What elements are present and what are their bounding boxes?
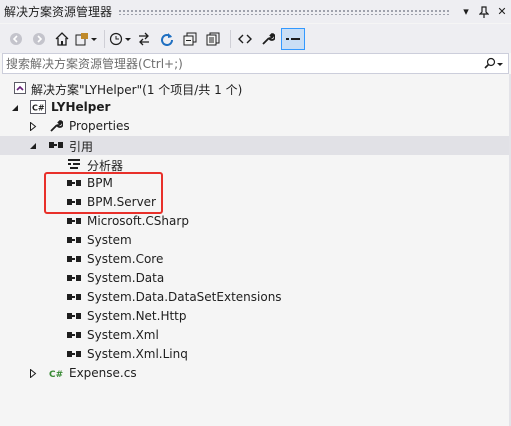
collapsed-arrow-icon[interactable]: [28, 117, 38, 136]
pending-changes-filter-button[interactable]: [109, 28, 131, 50]
reference-item[interactable]: System.Core: [0, 250, 511, 269]
toolbar: [0, 24, 511, 53]
refresh-icon: [161, 32, 173, 46]
tree-item-references[interactable]: 引用: [0, 136, 511, 155]
collapse-all-icon: [183, 32, 197, 45]
home-button[interactable]: [52, 28, 72, 50]
wrench-icon: [48, 118, 64, 134]
panel-titlebar: 解决方案资源管理器 ▾ ✕: [0, 0, 511, 23]
preview-selected-items-button[interactable]: [235, 28, 255, 50]
tree-item-project[interactable]: C# LYHelper: [0, 98, 511, 117]
reference-icon: [66, 308, 82, 324]
reference-icon: [66, 213, 82, 229]
solution-label: 解决方案"LYHelper"(1 个项目/共 1 个): [31, 83, 243, 97]
expanded-arrow-icon[interactable]: [28, 136, 38, 155]
window-position-dropdown-button[interactable]: ▾: [457, 3, 475, 21]
toolbar-separator: [230, 29, 231, 48]
dash-icon: [286, 37, 300, 40]
pin-button[interactable]: [475, 3, 493, 21]
reference-label: Microsoft.CSharp: [87, 214, 189, 228]
tree-item-solution[interactable]: 解决方案"LYHelper"(1 个项目/共 1 个): [0, 79, 511, 98]
reference-item[interactable]: System.Net.Http: [0, 307, 511, 326]
refresh-button[interactable]: [157, 28, 177, 50]
collapse-all-button[interactable]: [180, 28, 200, 50]
search-icon: [484, 57, 503, 69]
panel-title: 解决方案资源管理器: [4, 5, 113, 19]
analyzer-icon: [66, 156, 82, 172]
project-label: LYHelper: [51, 100, 111, 114]
file-label: Expense.cs: [69, 366, 137, 380]
pin-icon: [479, 5, 489, 18]
references-label: 引用: [69, 140, 94, 154]
titlebar-grip[interactable]: [118, 8, 451, 15]
tree-item-properties[interactable]: Properties: [0, 117, 511, 136]
preview-toggle-button[interactable]: [281, 27, 305, 50]
code-brackets-icon: [238, 34, 252, 43]
properties-button[interactable]: [258, 28, 278, 50]
svg-text:C#: C#: [32, 104, 45, 113]
reference-item[interactable]: Microsoft.CSharp: [0, 212, 511, 231]
reference-icon: [66, 232, 82, 248]
reference-icon: [66, 327, 82, 343]
show-all-files-icon: [206, 32, 220, 45]
reference-item[interactable]: System.Xml: [0, 326, 511, 345]
properties-label: Properties: [69, 119, 130, 133]
back-button[interactable]: [6, 28, 26, 50]
home-icon: [55, 31, 69, 46]
csharp-file-icon: C#: [48, 365, 64, 381]
reference-label: System.Data: [87, 271, 165, 285]
wrench-icon: [262, 32, 275, 45]
forward-button[interactable]: [29, 28, 49, 50]
reference-label: System.Core: [87, 252, 164, 266]
sync-arrows-icon: [139, 32, 149, 45]
reference-label: System.Net.Http: [87, 309, 187, 323]
reference-icon: [66, 289, 82, 305]
expanded-arrow-icon[interactable]: [10, 98, 20, 117]
reference-label: System.Xml.Linq: [87, 347, 188, 361]
toolbar-separator: [104, 29, 105, 48]
reference-item[interactable]: System: [0, 231, 511, 250]
search-options-button[interactable]: [478, 57, 508, 71]
highlight-annotation-box: [44, 172, 163, 214]
reference-item[interactable]: System.Data: [0, 269, 511, 288]
reference-icon: [66, 270, 82, 286]
reference-item[interactable]: System.Xml.Linq: [0, 345, 511, 364]
tree-item-file[interactable]: C# Expense.cs: [0, 364, 511, 383]
reference-icon: [66, 346, 82, 362]
reference-icon: [66, 251, 82, 267]
solution-icon: [12, 80, 28, 96]
solution-tree: 解决方案"LYHelper"(1 个项目/共 1 个) C# LYHelper …: [0, 76, 511, 426]
clock-icon: [109, 32, 131, 45]
close-button[interactable]: ✕: [493, 3, 511, 21]
reference-label: System.Xml: [87, 328, 159, 342]
csharp-project-icon: C#: [30, 99, 46, 115]
reference-label: System.Data.DataSetExtensions: [87, 290, 282, 304]
reference-label: System: [87, 233, 132, 247]
show-all-files-button[interactable]: [203, 28, 223, 50]
sync-with-active-document-button[interactable]: [134, 28, 154, 50]
collapsed-arrow-icon[interactable]: [28, 364, 38, 383]
forward-arrow-icon: [33, 32, 45, 45]
switch-views-button[interactable]: [75, 28, 97, 50]
search-input[interactable]: [3, 54, 478, 73]
reference-icon: [48, 137, 64, 153]
search-box: [2, 53, 509, 74]
switch-views-icon: [75, 32, 97, 45]
back-arrow-icon: [10, 32, 22, 45]
reference-item[interactable]: System.Data.DataSetExtensions: [0, 288, 511, 307]
svg-text:C#: C#: [49, 370, 63, 379]
